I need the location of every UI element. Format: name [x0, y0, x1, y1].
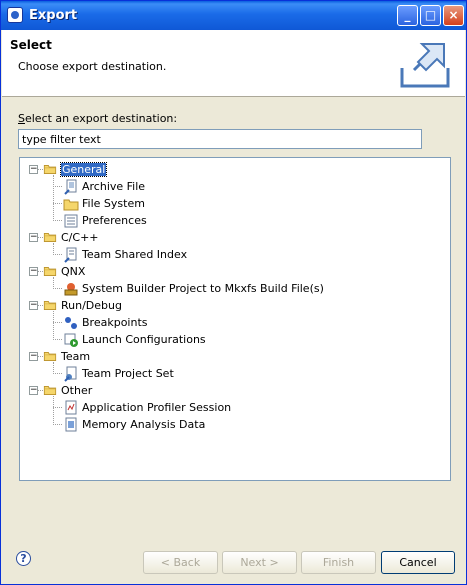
tree-group-label: General — [59, 162, 108, 177]
tree-item-system-builder-project-to-mkxfs-build-file-s-[interactable]: System Builder Project to Mkxfs Build Fi… — [63, 280, 324, 297]
tree-connector — [53, 424, 62, 425]
folder-open-icon — [43, 233, 57, 242]
export-wizard-icon — [400, 43, 450, 88]
tree-expand-toggle[interactable]: − — [29, 386, 38, 395]
tree-group-label: QNX — [61, 265, 86, 278]
maximize-button[interactable]: □ — [420, 5, 441, 26]
tree-connector — [53, 203, 62, 204]
tree-connector — [53, 362, 54, 374]
tree-connector — [53, 254, 62, 255]
tree-group-label: Run/Debug — [61, 299, 122, 312]
title-bar[interactable]: Export _ □ × — [1, 1, 466, 30]
tree-group-c-c-[interactable]: C/C++ — [42, 229, 99, 246]
tree-group-label: Team — [61, 350, 91, 363]
system-builder-icon — [64, 282, 78, 295]
tree-connector — [53, 396, 54, 425]
tree-item-application-profiler-session[interactable]: Application Profiler Session — [63, 399, 231, 416]
tree-item-team-shared-index[interactable]: Team Shared Index — [63, 246, 187, 263]
tree-item-label: Archive File — [82, 180, 146, 193]
tree-group-qnx[interactable]: QNX — [42, 263, 85, 280]
launch-config-icon — [64, 333, 78, 347]
tree-item-breakpoints[interactable]: Breakpoints — [63, 314, 148, 331]
help-icon[interactable]: ? — [16, 551, 31, 566]
next-button[interactable]: Next > — [222, 551, 297, 574]
tree-expand-toggle[interactable]: − — [29, 267, 38, 276]
tree-connector — [53, 311, 54, 340]
tree-connector — [53, 243, 54, 255]
tree-connector — [53, 322, 62, 323]
tree-item-label: File System — [82, 197, 145, 210]
tree-item-label: Team Project Set — [82, 367, 174, 380]
tree-connector — [53, 288, 62, 289]
tree-item-launch-configurations[interactable]: Launch Configurations — [63, 331, 206, 348]
tree-expand-toggle[interactable]: − — [29, 352, 38, 361]
tree-connector — [53, 175, 54, 221]
wizard-header: Select Choose export destination. — [2, 30, 465, 97]
breakpoints-icon — [65, 316, 77, 329]
cancel-button[interactable]: Cancel — [381, 551, 455, 574]
tree-connector — [53, 277, 54, 289]
folder-open-icon — [43, 386, 57, 395]
tree-item-file-system[interactable]: File System — [63, 195, 145, 212]
close-button[interactable]: × — [443, 5, 464, 26]
page-title: Select — [10, 38, 52, 52]
tree-group-team[interactable]: Team — [42, 348, 90, 365]
finish-button[interactable]: Finish — [301, 551, 376, 574]
tree-item-label: Launch Configurations — [82, 333, 206, 346]
tree-group-label: Other — [61, 384, 93, 397]
filter-input[interactable] — [18, 129, 422, 149]
tree-item-memory-analysis-data[interactable]: Memory Analysis Data — [63, 416, 205, 433]
team-project-set-icon — [64, 366, 77, 382]
shared-index-icon — [64, 247, 77, 263]
memory-analysis-icon — [65, 417, 77, 431]
tree-connector — [53, 186, 62, 187]
tree-group-other[interactable]: Other — [42, 382, 92, 399]
tree-group-general[interactable]: General — [42, 161, 108, 178]
tree-item-label: Preferences — [82, 214, 147, 227]
minimize-button[interactable]: _ — [397, 5, 418, 26]
tree-connector — [53, 339, 62, 340]
page-description: Choose export destination. — [18, 60, 167, 73]
tree-expand-toggle[interactable]: − — [29, 233, 38, 242]
tree-item-archive-file[interactable]: Archive File — [63, 178, 145, 195]
select-destination-label: Select an export destination: — [18, 112, 178, 125]
folder-open-icon — [43, 301, 57, 310]
folder-open-icon — [43, 267, 57, 276]
tree-connector — [53, 407, 62, 408]
archive-file-icon — [64, 179, 77, 195]
wizard-footer: ? < Back Next > Finish Cancel — [1, 538, 464, 584]
tree-item-label: Breakpoints — [82, 316, 148, 329]
back-button[interactable]: < Back — [143, 551, 218, 574]
tree-item-preferences[interactable]: Preferences — [63, 212, 147, 229]
tree-item-label: Team Shared Index — [82, 248, 188, 261]
tree-item-label: Memory Analysis Data — [82, 418, 206, 431]
tree-expand-toggle[interactable]: − — [29, 165, 38, 174]
window-title: Export — [29, 8, 78, 23]
destination-tree[interactable]: − General Archive File File System Preferenc… — [19, 157, 451, 481]
folder-open-icon — [43, 352, 57, 361]
export-dialog: Export _ □ × Select Choose export destin… — [0, 0, 467, 585]
preferences-icon — [64, 214, 78, 227]
tree-expand-toggle[interactable]: − — [29, 301, 38, 310]
folder-icon — [63, 199, 79, 210]
wizard-content: Select an export destination: − General Ar… — [2, 97, 465, 584]
app-icon — [7, 7, 23, 23]
tree-item-label: Application Profiler Session — [82, 401, 232, 414]
tree-item-team-project-set[interactable]: Team Project Set — [63, 365, 174, 382]
tree-group-label: C/C++ — [61, 231, 99, 244]
tree-connector — [53, 220, 62, 221]
tree-item-label: System Builder Project to Mkxfs Build Fi… — [82, 282, 324, 295]
folder-open-icon — [43, 165, 57, 174]
profiler-session-icon — [65, 400, 77, 414]
tree-connector — [53, 373, 62, 374]
